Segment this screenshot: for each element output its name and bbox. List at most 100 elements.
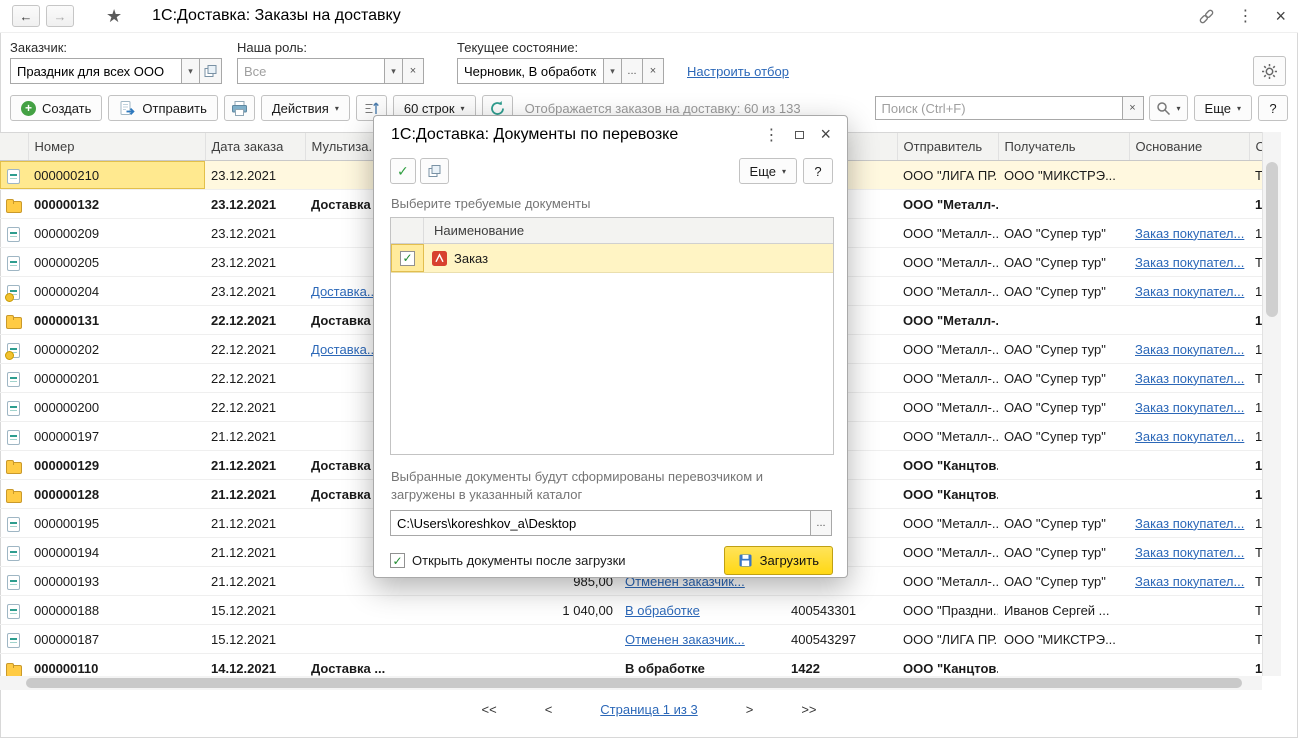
close-icon: × <box>1129 102 1135 114</box>
cell-basis[interactable]: Заказ покупател... <box>1129 248 1249 277</box>
header-name-column[interactable]: Наименование <box>424 218 534 243</box>
send-button[interactable]: Отправить <box>108 95 217 121</box>
table-row[interactable]: 000000187 15.12.2021 Отменен заказчик...… <box>0 625 1262 654</box>
download-button[interactable]: Загрузить <box>724 546 833 575</box>
create-button[interactable]: + Создать <box>10 95 102 121</box>
header-sender[interactable]: Отправитель <box>897 133 998 161</box>
check-all-button[interactable]: ✓ <box>390 158 416 184</box>
page-indicator-link[interactable]: Страница 1 из 3 <box>600 702 697 717</box>
document-row[interactable]: ✓ Заказ <box>391 244 833 273</box>
browse-button[interactable]: ... <box>810 510 832 536</box>
save-icon <box>738 553 753 568</box>
search-button[interactable]: ▾ <box>1149 95 1188 121</box>
cell-basis[interactable]: Заказ покупател... <box>1129 364 1249 393</box>
cell-basis[interactable]: Заказ покупател... <box>1129 509 1249 538</box>
back-button[interactable]: ← <box>12 5 40 27</box>
settings-button[interactable] <box>1253 56 1286 86</box>
close-icon: × <box>650 65 656 77</box>
customer-choose-button[interactable] <box>199 58 222 84</box>
dropdown-caret-icon: ▾ <box>188 66 193 77</box>
table-row[interactable]: 000000188 15.12.2021 1 040,00 В обработк… <box>0 596 1262 625</box>
check-all-icon: ✓ <box>397 164 409 178</box>
cell-number: 000000128 <box>28 480 205 509</box>
cell-sender: ООО "Металл-... <box>897 306 998 335</box>
cell-basis[interactable]: Заказ покупател... <box>1129 277 1249 306</box>
state-list-button[interactable]: ... <box>621 58 643 84</box>
row-icon-cell <box>0 306 28 335</box>
close-icon[interactable]: × <box>1275 6 1286 27</box>
customer-dropdown-button[interactable]: ▾ <box>181 58 200 84</box>
cell-extra: Т... <box>1249 248 1262 277</box>
dropdown-caret-icon: ▾ <box>461 104 465 113</box>
favorite-star-icon[interactable]: ★ <box>106 7 122 25</box>
cell-receiver: ОАО "Супер тур" <box>998 335 1129 364</box>
forward-button[interactable]: → <box>46 5 74 27</box>
dropdown-caret-icon: ▾ <box>335 104 339 113</box>
cell-state[interactable]: В обработке <box>619 596 785 625</box>
vertical-scrollbar[interactable] <box>1262 132 1281 676</box>
kebab-menu-icon[interactable]: ⋮ <box>763 125 779 145</box>
cell-basis[interactable]: Заказ покупател... <box>1129 567 1249 596</box>
header-receiver[interactable]: Получатель <box>998 133 1129 161</box>
role-dropdown-button[interactable]: ▾ <box>384 58 403 84</box>
vertical-scrollbar-thumb[interactable] <box>1266 162 1278 317</box>
page-last-button[interactable]: >> <box>801 702 816 717</box>
page-next-button[interactable]: > <box>746 702 754 717</box>
search-clear-button[interactable]: × <box>1122 96 1144 120</box>
actions-button[interactable]: Действия ▾ <box>261 95 350 121</box>
customer-filter-label: Заказчик: <box>10 40 67 55</box>
cell-order-date: 22.12.2021 <box>205 335 305 364</box>
horizontal-scrollbar-thumb[interactable] <box>26 678 1242 688</box>
document-checkbox[interactable]: ✓ <box>400 251 415 266</box>
dialog-help-button[interactable]: ? <box>803 158 833 184</box>
open-after-checkbox[interactable]: ✓ <box>390 553 405 568</box>
cell-receiver: ОАО "Супер тур" <box>998 422 1129 451</box>
state-input[interactable] <box>457 58 604 84</box>
cell-extra: 1... <box>1249 219 1262 248</box>
row-type-icon <box>6 488 20 502</box>
role-input[interactable] <box>237 58 385 84</box>
print-button[interactable] <box>224 95 255 121</box>
cell-order-date: 14.12.2021 <box>205 654 305 677</box>
search-group: × ▾ <box>875 95 1188 121</box>
cell-basis <box>1129 625 1249 654</box>
header-order-date[interactable]: Дата заказа <box>205 133 305 161</box>
row-icon-cell <box>0 480 28 509</box>
state-clear-button[interactable]: × <box>642 58 664 84</box>
page-first-button[interactable]: << <box>482 702 497 717</box>
cell-basis[interactable]: Заказ покупател... <box>1129 393 1249 422</box>
configure-filter-link[interactable]: Настроить отбор <box>687 64 789 79</box>
customer-input[interactable] <box>10 58 182 84</box>
header-number[interactable]: Номер <box>28 133 205 161</box>
cell-basis[interactable]: Заказ покупател... <box>1129 219 1249 248</box>
page-prev-button[interactable]: < <box>545 702 553 717</box>
cell-basis[interactable]: Заказ покупател... <box>1129 422 1249 451</box>
dialog-prompt: Выберите требуемые документы <box>391 196 590 211</box>
search-input[interactable] <box>875 96 1123 120</box>
cell-basis[interactable]: Заказ покупател... <box>1129 335 1249 364</box>
path-input[interactable] <box>390 510 811 536</box>
table-row[interactable]: 000000110 14.12.2021 Доставка ... В обра… <box>0 654 1262 677</box>
kebab-menu-icon[interactable]: ⋮ <box>1237 6 1253 26</box>
cell-order-no: 400543297 <box>785 625 897 654</box>
cell-basis[interactable]: Заказ покупател... <box>1129 538 1249 567</box>
row-type-icon <box>6 604 20 618</box>
link-chain-icon[interactable] <box>1198 8 1215 25</box>
more-button[interactable]: Еще ▾ <box>1194 95 1252 121</box>
cell-extra: 1... <box>1249 480 1262 509</box>
cell-basis <box>1129 480 1249 509</box>
header-basis[interactable]: Основание <box>1129 133 1249 161</box>
role-clear-button[interactable]: × <box>402 58 424 84</box>
uncheck-all-button[interactable] <box>420 158 449 184</box>
maximize-icon[interactable] <box>795 131 804 139</box>
state-dropdown-button[interactable]: ▾ <box>603 58 622 84</box>
header-extra[interactable]: С... <box>1249 133 1262 161</box>
horizontal-scrollbar[interactable] <box>0 676 1262 690</box>
help-button[interactable]: ? <box>1258 95 1288 121</box>
dialog-more-button[interactable]: Еще ▾ <box>739 158 797 184</box>
cell-sender: ООО "Металл-... <box>897 393 998 422</box>
actions-label: Действия <box>272 101 329 116</box>
close-icon[interactable]: × <box>820 124 831 145</box>
cell-order-date: 21.12.2021 <box>205 480 305 509</box>
cell-state[interactable]: Отменен заказчик... <box>619 625 785 654</box>
